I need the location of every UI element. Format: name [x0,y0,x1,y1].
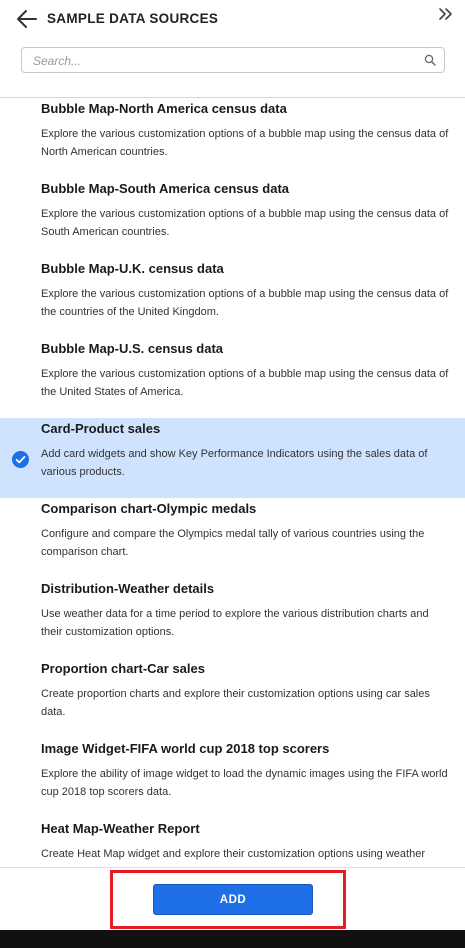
item-description: Explore the ability of image widget to l… [41,768,448,798]
item-description: Explore the various customization option… [41,368,449,398]
check-circle-icon [12,451,29,468]
bottom-bar [0,930,465,948]
item-description: Use weather data for a time period to ex… [41,608,429,638]
item-title: Bubble Map-North America census data [41,101,287,116]
search-icon[interactable] [424,54,436,66]
list-item[interactable]: Heat Map-Weather Report Create Heat Map … [0,818,465,867]
add-button[interactable]: ADD [153,884,313,915]
item-title: Comparison chart-Olympic medals [41,501,257,516]
item-description: Create Heat Map widget and explore their… [41,848,425,867]
list-item[interactable]: Bubble Map-North America census data Exp… [0,98,465,178]
list-item[interactable]: Distribution-Weather details Use weather… [0,578,465,658]
item-description: Add card widgets and show Key Performanc… [41,448,428,478]
item-title: Bubble Map-South America census data [41,181,290,196]
item-description: Create proportion charts and explore the… [41,688,430,718]
panel-header: SAMPLE DATA SOURCES [0,0,465,42]
item-title: Bubble Map-U.S. census data [41,341,224,356]
data-source-list: Bubble Map-North America census data Exp… [0,98,465,867]
item-title: Proportion chart-Car sales [41,661,205,676]
item-title: Heat Map-Weather Report [41,821,200,836]
list-item[interactable]: Bubble Map-U.K. census data Explore the … [0,258,465,338]
list-item[interactable]: Bubble Map-U.S. census data Explore the … [0,338,465,418]
item-description: Explore the various customization option… [41,288,449,318]
list-item-selected[interactable]: Card-Product sales Add card widgets and … [0,418,465,498]
list-item[interactable]: Proportion chart-Car sales Create propor… [0,658,465,738]
page-title: SAMPLE DATA SOURCES [47,11,219,26]
list-item[interactable]: Bubble Map-South America census data Exp… [0,178,465,258]
item-description: Explore the various customization option… [41,128,449,158]
back-arrow-icon[interactable] [14,8,40,30]
search-input[interactable] [33,52,413,69]
item-title: Card-Product sales [41,421,161,436]
item-description: Configure and compare the Olympics medal… [41,528,425,558]
collapse-panel-icon[interactable] [437,6,455,22]
item-description: Explore the various customization option… [41,208,449,238]
item-title: Bubble Map-U.K. census data [41,261,224,276]
item-title: Image Widget-FIFA world cup 2018 top sco… [41,741,330,756]
item-title: Distribution-Weather details [41,581,215,596]
list-item[interactable]: Comparison chart-Olympic medals Configur… [0,498,465,578]
search-field [21,47,445,73]
list-item[interactable]: Image Widget-FIFA world cup 2018 top sco… [0,738,465,818]
